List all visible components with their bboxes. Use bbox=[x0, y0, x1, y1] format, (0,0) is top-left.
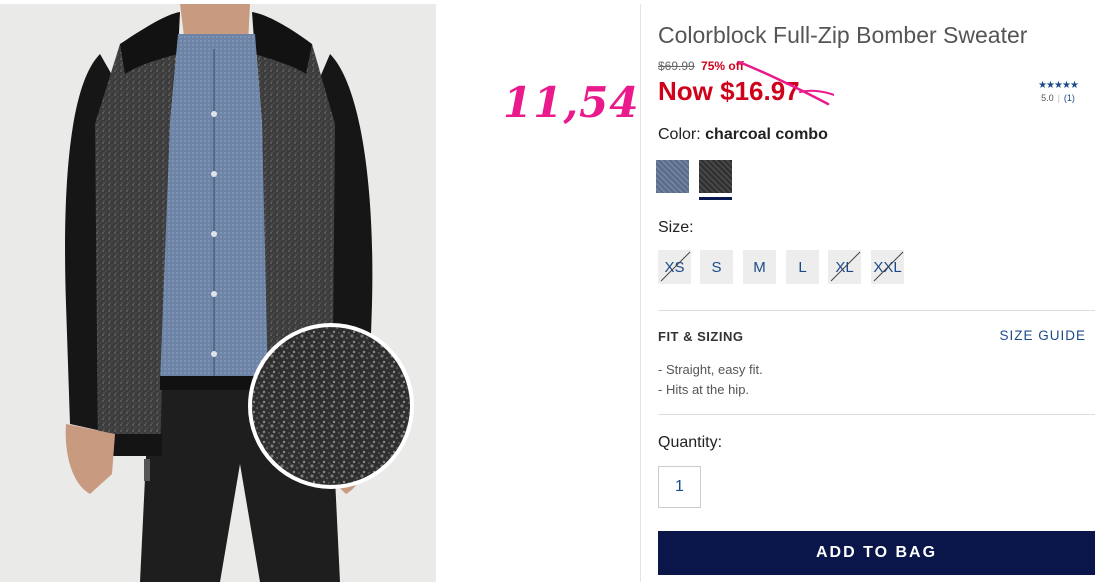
rating-score: 5.0 bbox=[1041, 93, 1054, 103]
size-l-button[interactable]: L bbox=[786, 250, 819, 284]
swatch-blue[interactable] bbox=[656, 160, 689, 193]
quantity-label: Quantity: bbox=[658, 434, 723, 451]
fit-detail-item: - Hits at the hip. bbox=[658, 382, 750, 397]
size-xl-button[interactable]: XL bbox=[828, 250, 861, 284]
size-m-button[interactable]: M bbox=[743, 250, 776, 284]
fit-sizing-heading: FIT & SIZING bbox=[658, 329, 744, 344]
column-divider bbox=[640, 4, 641, 582]
swatch-charcoal-combo[interactable] bbox=[699, 160, 732, 193]
selected-swatch-indicator bbox=[699, 197, 732, 200]
size-label: Size: bbox=[658, 219, 694, 236]
size-xxl-button[interactable]: XXL bbox=[871, 250, 904, 284]
product-photo-illustration bbox=[0, 4, 436, 582]
price-line: $69.99 75% off bbox=[658, 59, 744, 73]
quantity-input[interactable] bbox=[658, 466, 701, 508]
size-guide-link[interactable]: SIZE GUIDE bbox=[999, 328, 1086, 343]
original-price: $69.99 bbox=[658, 59, 695, 73]
handwritten-price-annotation: 11,54 bbox=[503, 78, 640, 127]
rating-meta: 5.0 | (1) bbox=[1028, 93, 1088, 103]
selected-color: charcoal combo bbox=[705, 126, 828, 143]
color-selector-label: Color: charcoal combo bbox=[658, 126, 828, 144]
product-image[interactable] bbox=[0, 4, 436, 582]
rating-widget[interactable]: ★★★★★ 5.0 | (1) bbox=[1028, 80, 1088, 103]
handwritten-strikethrough bbox=[737, 60, 834, 106]
size-xs-button[interactable]: XS bbox=[658, 250, 691, 284]
star-rating-icon: ★★★★★ bbox=[1038, 80, 1079, 91]
product-details-panel: Colorblock Full-Zip Bomber Sweater $69.9… bbox=[656, 0, 1096, 586]
rating-separator: | bbox=[1057, 93, 1060, 103]
color-label: Color: bbox=[658, 126, 701, 143]
add-to-bag-button[interactable]: ADD TO BAG bbox=[658, 531, 1095, 575]
fit-detail-item: - Straight, easy fit. bbox=[658, 362, 763, 377]
product-title: Colorblock Full-Zip Bomber Sweater bbox=[658, 22, 1028, 48]
fit-details-list: - Straight, easy fit. - Hits at the hip. bbox=[658, 360, 763, 400]
divider-top bbox=[658, 310, 1095, 311]
divider-bottom bbox=[658, 414, 1095, 415]
size-s-button[interactable]: S bbox=[700, 250, 733, 284]
review-count-link[interactable]: (1) bbox=[1064, 93, 1075, 103]
